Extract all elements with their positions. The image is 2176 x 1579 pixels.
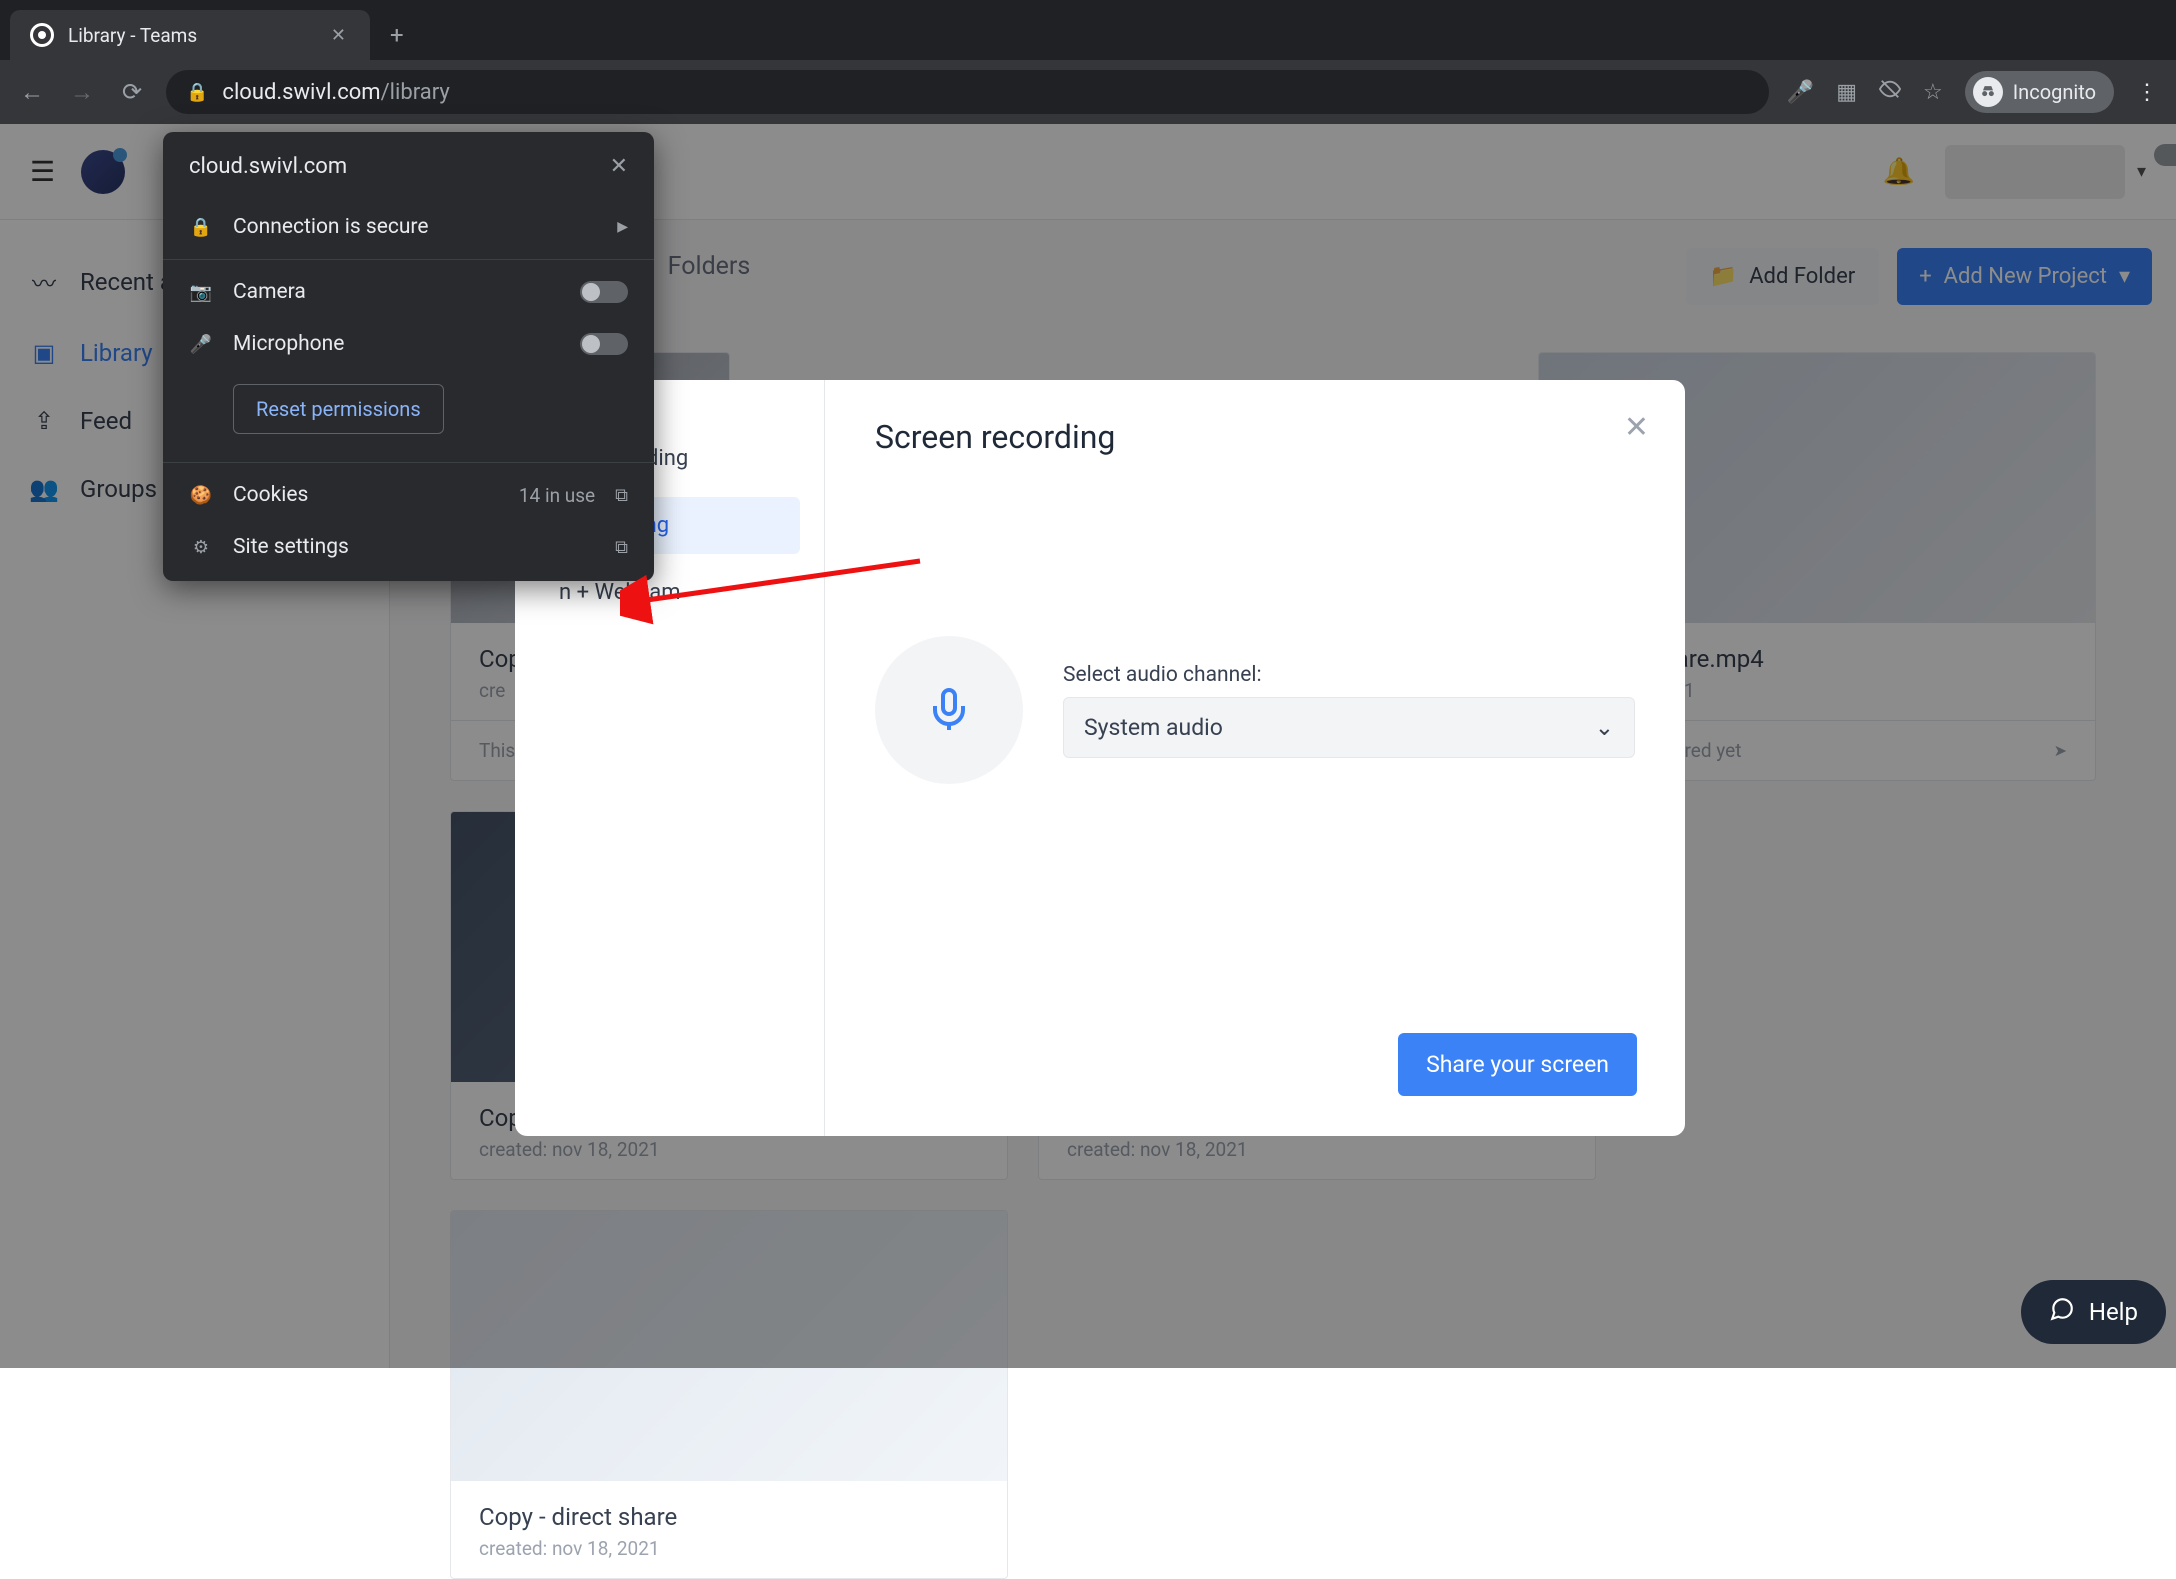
lock-icon[interactable]: 🔒 bbox=[186, 82, 208, 103]
share-screen-button[interactable]: Share your screen bbox=[1398, 1033, 1637, 1096]
new-tab-button[interactable]: + bbox=[390, 21, 404, 49]
close-icon[interactable]: ✕ bbox=[1624, 410, 1649, 445]
site-settings-row[interactable]: ⚙ Site settings ⧉ bbox=[163, 521, 654, 581]
site-info-popover: cloud.swivl.com ✕ 🔒 Connection is secure… bbox=[163, 132, 654, 581]
help-label: Help bbox=[2089, 1298, 2138, 1326]
eye-off-icon[interactable] bbox=[1879, 78, 1901, 106]
cookies-row[interactable]: 🍪 Cookies 14 in use ⧉ bbox=[163, 469, 654, 521]
card-title: Copy - direct share bbox=[479, 1503, 979, 1531]
reload-button[interactable]: ⟳ bbox=[116, 76, 148, 108]
popover-title: cloud.swivl.com bbox=[189, 154, 347, 179]
microphone-permission-row: 🎤 Microphone bbox=[163, 318, 654, 370]
open-external-icon: ⧉ bbox=[615, 485, 628, 506]
audio-channel-select[interactable]: System audio ⌄ bbox=[1063, 697, 1635, 758]
camera-toggle[interactable] bbox=[580, 281, 628, 303]
chat-icon bbox=[2049, 1296, 2075, 1328]
cookies-label: Cookies bbox=[233, 483, 308, 507]
browser-tab[interactable]: Library - Teams ✕ bbox=[10, 10, 370, 60]
incognito-label: Incognito bbox=[2013, 80, 2096, 104]
audio-channel-label: Select audio channel: bbox=[1063, 663, 1635, 687]
toolbar-right: 🎤 ▦ ☆ Incognito ⋮ bbox=[1787, 71, 2160, 113]
connection-label: Connection is secure bbox=[233, 215, 428, 239]
close-icon[interactable]: ✕ bbox=[327, 21, 350, 50]
site-settings-label: Site settings bbox=[233, 535, 349, 559]
browser-toolbar: ← → ⟳ 🔒 cloud.swivl.com/library 🎤 ▦ ☆ In… bbox=[0, 60, 2176, 124]
chevron-right-icon: ▶ bbox=[617, 219, 628, 235]
microphone-icon bbox=[925, 686, 973, 734]
microphone-toggle[interactable] bbox=[580, 333, 628, 355]
favicon-icon bbox=[30, 23, 54, 47]
help-button[interactable]: Help bbox=[2021, 1280, 2166, 1344]
menu-icon[interactable]: ⋮ bbox=[2136, 80, 2160, 105]
open-external-icon: ⧉ bbox=[615, 537, 628, 558]
cookies-count: 14 in use bbox=[519, 484, 595, 507]
microphone-label: Microphone bbox=[233, 332, 344, 356]
camera-label: Camera bbox=[233, 280, 306, 304]
screen-recording-modal: am recording n recording n + Webcam Scre… bbox=[515, 380, 1685, 1136]
mic-blocked-icon: 🎤 bbox=[189, 334, 213, 355]
gear-icon: ⚙ bbox=[189, 537, 213, 558]
incognito-icon bbox=[1973, 77, 2003, 107]
back-button[interactable]: ← bbox=[16, 76, 48, 108]
cookie-icon: 🍪 bbox=[189, 485, 213, 506]
app: ☰ 🔔 ▾ 〰 Recent a ▣ Library ⇪ Feed 👥 Gr bbox=[0, 124, 2176, 1368]
modal-content: Select audio channel: System audio ⌄ bbox=[875, 636, 1635, 784]
star-icon[interactable]: ☆ bbox=[1923, 80, 1943, 105]
modal-body: Screen recording ✕ Select audio channel:… bbox=[825, 380, 1685, 1136]
card-date: created: nov 18, 2021 bbox=[479, 1537, 979, 1560]
mic-indicator bbox=[875, 636, 1023, 784]
lock-icon: 🔒 bbox=[189, 217, 213, 238]
mic-blocked-icon[interactable]: 🎤 bbox=[1787, 80, 1814, 105]
camera-permission-row: 📷 Camera bbox=[163, 266, 654, 318]
forward-button[interactable]: → bbox=[66, 76, 98, 108]
url-text: cloud.swivl.com/library bbox=[222, 80, 449, 105]
connection-secure-row[interactable]: 🔒 Connection is secure ▶ bbox=[163, 201, 654, 253]
incognito-badge[interactable]: Incognito bbox=[1965, 71, 2114, 113]
close-icon[interactable]: ✕ bbox=[610, 154, 628, 179]
modal-title: Screen recording bbox=[875, 418, 1635, 456]
address-bar[interactable]: 🔒 cloud.swivl.com/library bbox=[166, 70, 1769, 114]
reset-permissions-button[interactable]: Reset permissions bbox=[233, 384, 444, 434]
chevron-down-icon: ⌄ bbox=[1595, 714, 1614, 741]
browser-chrome: Library - Teams ✕ + ← → ⟳ 🔒 cloud.swivl.… bbox=[0, 0, 2176, 124]
tab-title: Library - Teams bbox=[68, 24, 313, 47]
audio-channel-value: System audio bbox=[1084, 714, 1223, 741]
camera-blocked-icon: 📷 bbox=[189, 282, 213, 303]
extensions-icon[interactable]: ▦ bbox=[1836, 80, 1857, 105]
tab-strip: Library - Teams ✕ + bbox=[0, 0, 2176, 60]
